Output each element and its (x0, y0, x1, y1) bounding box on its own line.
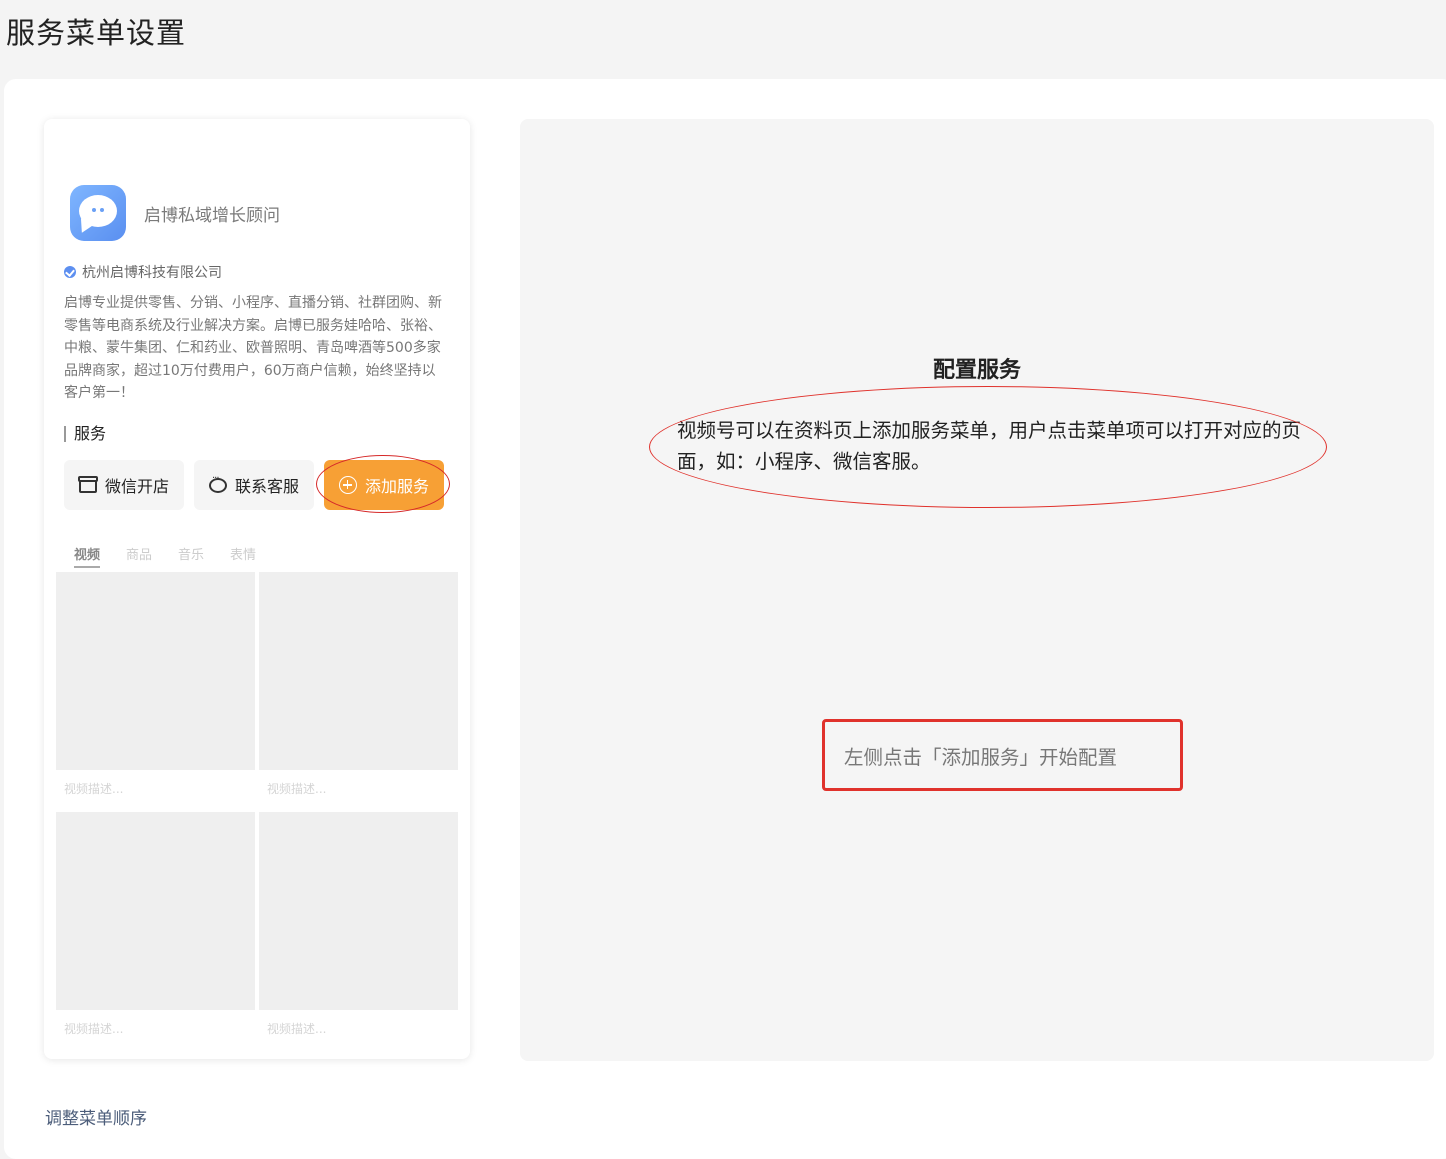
account-intro: 启博专业提供零售、分销、小程序、直播分销、社群团购、新零售等电商系统及行业解决方… (64, 295, 442, 402)
add-service-label: 添加服务 (364, 477, 429, 496)
chat-icon (208, 473, 227, 493)
video-description: 视频描述... (267, 1022, 327, 1036)
service-label: 联系客服 (234, 477, 299, 496)
video-card[interactable]: 视频描述... (259, 572, 458, 808)
video-card[interactable]: 视频描述... (56, 572, 255, 808)
video-description: 视频描述... (267, 782, 327, 796)
adjust-menu-order-link[interactable]: 调整菜单顺序 (45, 1104, 147, 1129)
video-description: 视频描述... (64, 782, 124, 796)
service-button-contact-support[interactable]: 联系客服 (194, 460, 314, 510)
content-tabs: 视频 商品 音乐 表情 (74, 544, 256, 568)
tab-video[interactable]: 视频 (74, 544, 101, 568)
config-title: 配置服务 (932, 358, 1021, 383)
video-description: 视频描述... (64, 1022, 124, 1036)
account-name: 启博私域增长顾问 (144, 206, 280, 226)
tab-products[interactable]: 商品 (126, 544, 152, 568)
service-button-wechat-store[interactable]: 微信开店 (64, 460, 184, 510)
config-hint: 左侧点击「添加服务」开始配置 (844, 746, 1118, 769)
profile-preview: 启博私域增长顾问 杭州启博科技有限公司 启博专业提供零售、分销、小程序、直播分销… (44, 119, 470, 1059)
services-section-title: 服务 (64, 426, 106, 442)
video-card[interactable]: 视频描述... (259, 812, 458, 1048)
video-thumbnail (56, 572, 255, 770)
chat-bubble-icon (79, 195, 117, 227)
video-thumbnail (259, 572, 458, 770)
video-grid: 视频描述... 视频描述... 视频描述... 视频描述... (56, 572, 459, 1048)
video-thumbnail (56, 812, 255, 1010)
company-name: 杭州启博科技有限公司 (82, 265, 222, 281)
company-row: 杭州启博科技有限公司 (64, 262, 222, 282)
video-card[interactable]: 视频描述... (56, 812, 255, 1048)
account-avatar (70, 185, 126, 241)
video-thumbnail (259, 812, 458, 1010)
add-service-button[interactable]: 添加服务 (324, 460, 444, 510)
config-panel: 配置服务 视频号可以在资料页上添加服务菜单，用户点击菜单项可以打开对应的页面，如… (520, 119, 1434, 1061)
page-title: 服务菜单设置 (6, 16, 187, 50)
config-description: 视频号可以在资料页上添加服务菜单，用户点击菜单项可以打开对应的页面，如：小程序、… (677, 419, 1302, 473)
service-label: 微信开店 (104, 477, 169, 496)
store-icon (77, 476, 98, 493)
verified-icon (64, 266, 76, 278)
tab-music[interactable]: 音乐 (178, 544, 204, 568)
plus-circle-icon (338, 476, 357, 494)
tab-stickers[interactable]: 表情 (230, 544, 256, 568)
